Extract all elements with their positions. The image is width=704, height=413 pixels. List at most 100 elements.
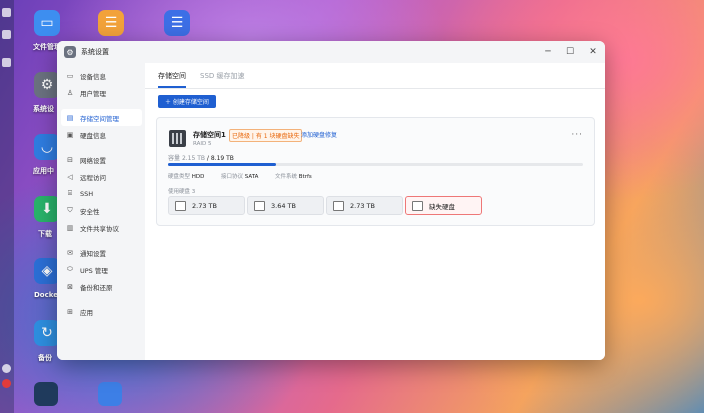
file-manager-icon[interactable]: ▭: [34, 10, 60, 36]
sidebar-item-label: SSH: [80, 189, 94, 198]
settings-gear-icon: ⚙: [64, 46, 76, 58]
add-disk-repair-link[interactable]: 添加硬盘修复: [301, 130, 337, 139]
file-share-icon: ▥: [66, 223, 74, 232]
sidebar-item-security[interactable]: ⛉ 安全性: [61, 202, 142, 219]
hard-drive-icon: [254, 200, 265, 211]
sidebar-item-device-info[interactable]: ▭ 设备信息: [61, 67, 142, 84]
window-title: 系统设置: [81, 48, 109, 56]
hard-drive-icon: [175, 200, 186, 211]
sidebar-item-label: 存储空间管理: [80, 114, 119, 123]
remote-icon: ◁: [67, 172, 73, 181]
sidebar-item-storage[interactable]: ▤ 存储空间管理: [61, 109, 142, 126]
terminal-icon: ⌸: [67, 189, 73, 197]
sidebar-item-label: 文件共享协议: [80, 224, 119, 233]
sidebar-item-disk-info[interactable]: ▣ 硬盘信息: [61, 126, 142, 143]
system-settings-label: 系统设: [33, 105, 54, 113]
sidebar-item-backup-restore[interactable]: ⊠ 备份和还原: [61, 278, 142, 295]
disk-slot-3[interactable]: 2.73 TB: [326, 196, 403, 215]
raid-level: RAID 5: [193, 141, 212, 147]
sidebar-item-ups[interactable]: ⬭ UPS 管理: [61, 261, 142, 278]
capacity-text: 容量 2.15 TB / 8.19 TB: [168, 153, 234, 162]
disk-type-value: HDD: [191, 174, 205, 180]
sidebar-item-label: 安全性: [80, 207, 100, 216]
dock-icon-1[interactable]: [2, 8, 11, 17]
mail-icon: ✉: [67, 248, 73, 257]
storage-app-icon[interactable]: ☰: [164, 10, 190, 36]
sidebar-item-label: 通知设置: [80, 249, 106, 258]
filesystem-value: Btrfs: [298, 174, 312, 180]
disk-type-info: 硬盘类型 HDD: [168, 172, 204, 180]
hard-drive-icon: [333, 200, 344, 211]
dock-icon-2[interactable]: [2, 30, 11, 39]
sidebar-item-notifications[interactable]: ✉ 通知设置: [61, 244, 142, 261]
disk-icon: ▣: [66, 130, 74, 139]
disk-slot-missing[interactable]: 缺失硬盘: [405, 196, 482, 215]
system-settings-window: ⚙ 系统设置 ─ ☐ ✕ ▭ 设备信息 ♙ 用户管理 ▤ 存储空间管理 ▣ 硬盘信息 ⊟…: [57, 41, 605, 360]
backup-label: 备份: [38, 354, 52, 362]
storage-tabs: 存储空间 SSD 缓存加速: [145, 63, 605, 89]
minimize-button[interactable]: ─: [541, 45, 555, 59]
shield-icon: ⛉: [67, 206, 73, 214]
sidebar-item-file-sharing[interactable]: ▥ 文件共享协议: [61, 219, 142, 236]
filesystem-label: 文件系统: [275, 174, 298, 180]
maximize-button[interactable]: ☐: [563, 45, 577, 59]
download-label: 下载: [38, 230, 52, 238]
pool-name: 存储空间1: [193, 131, 226, 139]
capacity-progress-fill: [168, 163, 276, 166]
disk-type-label: 硬盘类型: [168, 174, 191, 180]
docker-label: Docke: [34, 291, 58, 299]
ups-icon: ⬭: [67, 265, 73, 273]
user-icon: ♙: [66, 88, 74, 97]
device-icon: ▭: [66, 71, 74, 80]
interface-value: SATA: [244, 174, 259, 180]
sidebar-item-apps[interactable]: ⊞ 应用: [61, 303, 142, 320]
interface-info: 接口协议 SATA: [221, 172, 258, 180]
monitor-app-icon[interactable]: [34, 382, 58, 406]
capacity-used: 2.15 TB: [181, 155, 205, 162]
sidebar-item-label: 远程访问: [80, 173, 106, 182]
disk-size: 2.73 TB: [192, 201, 217, 210]
left-dock-strip: [0, 0, 14, 413]
storage-main-panel: 存储空间 SSD 缓存加速 ＋ 创建存储空间 存储空间1 已降级 | 有 1 块…: [145, 63, 605, 360]
tab-ssd-cache[interactable]: SSD 缓存加速: [200, 71, 245, 88]
disk-size: 3.64 TB: [271, 201, 296, 210]
sidebar-item-label: 设备信息: [80, 72, 106, 81]
sidebar-item-label: UPS 管理: [80, 266, 108, 275]
document-app-icon[interactable]: [98, 382, 122, 406]
settings-sidebar: ▭ 设备信息 ♙ 用户管理 ▤ 存储空间管理 ▣ 硬盘信息 ⊟ 网络设置 ◁ 远程访问 ⌸ S…: [57, 63, 145, 360]
missing-disk-label: 缺失硬盘: [429, 202, 455, 211]
capacity-progress-bar: [168, 163, 583, 166]
dock-icon-4[interactable]: [2, 364, 11, 373]
sidebar-item-ssh[interactable]: ⌸ SSH: [61, 185, 142, 202]
apps-grid-icon: ⊞: [67, 307, 73, 316]
hard-drive-icon: [412, 200, 423, 211]
notification-badge-icon[interactable]: [2, 379, 11, 388]
sidebar-item-network[interactable]: ⊟ 网络设置: [61, 151, 142, 168]
notes-app-icon[interactable]: ☰: [98, 10, 124, 36]
tab-storage-space[interactable]: 存储空间: [158, 71, 186, 88]
close-button[interactable]: ✕: [586, 45, 600, 59]
storage-icon: ▤: [66, 113, 74, 122]
sidebar-item-label: 用户管理: [80, 89, 106, 98]
app-store-label: 应用中: [33, 167, 54, 175]
sidebar-item-label: 应用: [80, 308, 93, 317]
more-options-icon[interactable]: ···: [571, 130, 583, 140]
interface-label: 接口协议: [221, 174, 244, 180]
dock-icon-3[interactable]: [2, 58, 11, 67]
capacity-label: 容量: [168, 155, 181, 162]
create-storage-button[interactable]: ＋ 创建存储空间: [158, 95, 216, 108]
network-icon: ⊟: [67, 155, 73, 164]
sidebar-item-remote-access[interactable]: ◁ 远程访问: [61, 168, 142, 185]
sidebar-item-label: 网络设置: [80, 156, 106, 165]
sidebar-item-users[interactable]: ♙ 用户管理: [61, 84, 142, 101]
sidebar-item-label: 备份和还原: [80, 283, 113, 292]
sidebar-item-label: 硬盘信息: [80, 131, 106, 140]
disk-slot-2[interactable]: 3.64 TB: [247, 196, 324, 215]
storage-pool-card: 存储空间1 已降级 | 有 1 块硬盘缺失 添加硬盘修复 RAID 5 ··· …: [156, 117, 595, 226]
degraded-status-badge: 已降级 | 有 1 块硬盘缺失: [229, 129, 303, 142]
disk-slot-1[interactable]: 2.73 TB: [168, 196, 245, 215]
window-titlebar[interactable]: ⚙ 系统设置 ─ ☐ ✕: [57, 41, 605, 63]
disk-size: 2.73 TB: [350, 201, 375, 210]
used-disks-label: 使用硬盘 3: [168, 189, 196, 195]
capacity-total: / 8.19 TB: [206, 155, 234, 162]
